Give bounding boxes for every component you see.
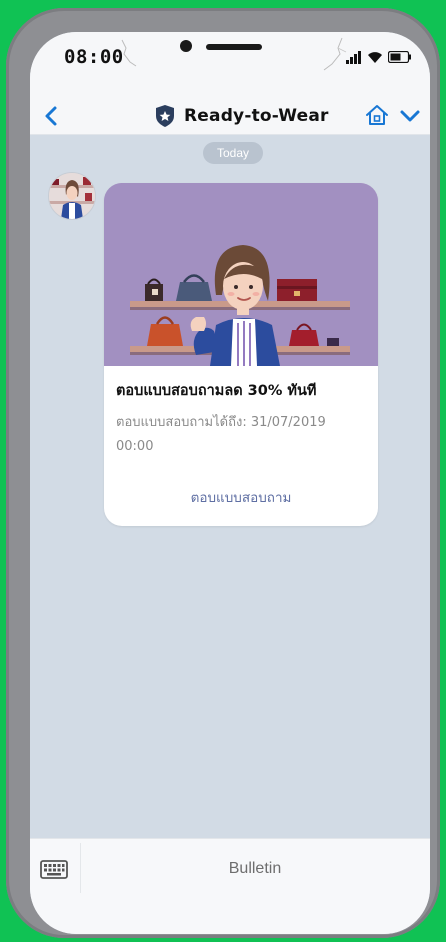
keyboard-icon[interactable] [38, 853, 70, 885]
bottom-bar: Bulletin [30, 838, 430, 934]
screen-crack-left [121, 39, 137, 67]
battery-icon [388, 51, 411, 63]
message-title: ตอบแบบสอบถามลด 30% ทันที [116, 383, 317, 399]
avatar[interactable] [48, 172, 96, 220]
date-separator: Today [203, 142, 263, 164]
camera-dot [180, 40, 192, 52]
shield-star-icon [156, 105, 174, 127]
chevron-left-icon[interactable] [40, 104, 64, 128]
status-bar: 08:00 [30, 32, 430, 98]
message-subtitle: ตอบแบบสอบถามได้ถึง: 31/07/2019 00:00 [116, 415, 326, 454]
avatar-illustration [49, 173, 95, 219]
promo-illustration [104, 183, 378, 366]
home-icon[interactable] [364, 102, 390, 128]
title-group: Ready-to-Wear [154, 100, 329, 132]
speaker-bar [206, 44, 262, 50]
bulletin-button[interactable]: Bulletin [80, 849, 430, 889]
status-time: 08:00 [64, 46, 124, 68]
phone-frame: 08:00 Ready-to-Wear Today ตอบแบบสอบถามลด… [6, 8, 440, 938]
signal-icon [346, 50, 361, 64]
nav-bar: Ready-to-Wear [30, 98, 430, 135]
wifi-icon [368, 52, 382, 63]
promo-image [104, 183, 378, 366]
screen-crack-right [323, 37, 347, 71]
survey-button[interactable]: ตอบแบบสอบถาม [104, 483, 378, 513]
phone-screen: 08:00 Ready-to-Wear Today ตอบแบบสอบถามลด… [30, 32, 430, 934]
chevron-down-icon[interactable] [398, 104, 422, 128]
status-icons [346, 50, 412, 64]
message-card: ตอบแบบสอบถามลด 30% ทันที ตอบแบบสอบถามได้… [104, 183, 378, 526]
page-title: Ready-to-Wear [184, 106, 329, 126]
